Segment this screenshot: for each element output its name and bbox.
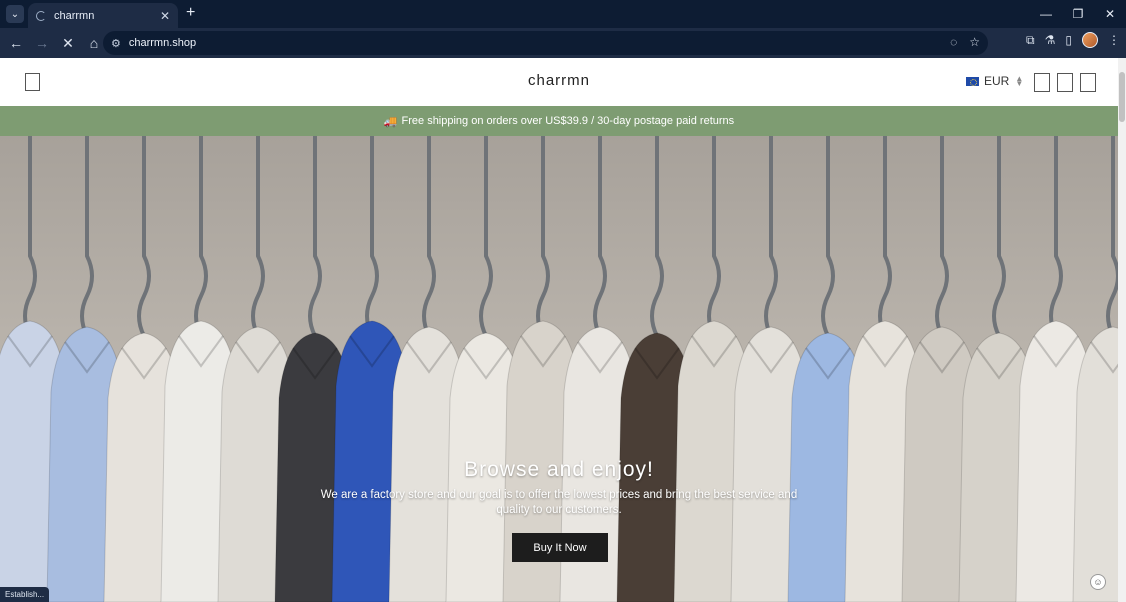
eu-flag-icon (966, 76, 979, 86)
currency-selector[interactable]: EUR ▲ ▼ (966, 74, 1023, 88)
browser-tab-bar: ⌄ charrmn ✕ + — ❐ ✕ (0, 0, 1126, 28)
browser-toolbar: ← → ✕ ⌂ ⚙ charrmn.shop ◌ ☆ ⧉ ⚗ ▯ ⋮ (0, 28, 1126, 58)
chat-support-icon[interactable]: ☺ (1090, 574, 1106, 590)
toolbar-actions: ⧉ ⚗ ▯ ⋮ (1026, 32, 1120, 48)
stop-loading-icon[interactable]: ✕ (56, 31, 80, 55)
web-page: charrmn EUR ▲ ▼ 🚚 Free shipping on orders… (0, 58, 1118, 602)
url-text[interactable]: charrmn.shop (129, 37, 196, 49)
announcement-text: Free shipping on orders over US$39.9 / 3… (401, 115, 735, 127)
chevron-updown-icon: ▲ ▼ (1015, 74, 1024, 88)
profile-avatar[interactable] (1082, 32, 1098, 48)
window-controls: — ❐ ✕ (1030, 0, 1126, 28)
loading-spinner-icon (36, 10, 46, 21)
announcement-bar: 🚚 Free shipping on orders over US$39.9 /… (0, 106, 1118, 136)
hero-subtitle: We are a factory store and our goal is t… (320, 489, 798, 516)
hero-title: Browse and enjoy! (464, 458, 654, 481)
buy-it-now-button[interactable]: Buy It Now (512, 533, 608, 562)
hero-banner: Browse and enjoy! We are a factory store… (0, 136, 1118, 602)
search-icon[interactable] (1034, 73, 1050, 92)
address-bar[interactable]: ⚙ charrmn.shop ◌ ☆ (103, 31, 988, 55)
new-tab-plus-icon[interactable]: + (186, 4, 195, 22)
tab-close-icon[interactable]: ✕ (160, 9, 170, 23)
browser-status-bar: Establish... (0, 587, 50, 602)
site-info-tune-icon[interactable]: ⚙ (111, 37, 121, 50)
browser-tab[interactable]: charrmn ✕ (28, 3, 178, 28)
extensions-puzzle-icon[interactable]: ⧉ (1026, 33, 1035, 48)
scrollbar-thumb[interactable] (1119, 72, 1125, 122)
account-icon[interactable] (1057, 73, 1073, 92)
header-icons (1034, 73, 1096, 92)
more-vertical-icon[interactable]: ⋮ (1108, 33, 1120, 47)
tab-title: charrmn (54, 9, 95, 22)
site-header: charrmn EUR ▲ ▼ (0, 58, 1118, 106)
bookmark-star-icon[interactable]: ☆ (969, 35, 980, 49)
page-scrollbar[interactable] (1118, 58, 1126, 602)
shipping-emoji-icon: 🚚 (383, 115, 398, 128)
eye-off-icon[interactable]: ◌ (950, 35, 957, 49)
sidepanel-icon[interactable]: ▯ (1065, 33, 1072, 47)
tab-search-chevron-down-icon[interactable]: ⌄ (6, 5, 24, 23)
back-arrow-icon[interactable]: ← (4, 31, 28, 55)
restore-icon[interactable]: ❐ (1062, 0, 1094, 28)
cart-icon[interactable] (1080, 73, 1096, 92)
minimize-icon[interactable]: — (1030, 0, 1062, 28)
currency-label: EUR (984, 74, 1010, 88)
forward-arrow-icon[interactable]: → (30, 31, 54, 55)
hero-text-block: Browse and enjoy! We are a factory store… (0, 458, 1118, 518)
close-window-icon[interactable]: ✕ (1094, 0, 1126, 28)
site-brand[interactable]: charrmn (0, 72, 1118, 89)
labs-flask-icon[interactable]: ⚗ (1045, 33, 1056, 47)
